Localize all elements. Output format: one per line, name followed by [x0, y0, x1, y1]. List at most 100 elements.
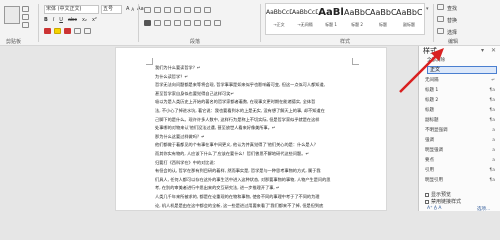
bullets-icon[interactable] — [144, 7, 151, 13]
document-line: 们具人, 任何人都可以存在这外的事生活中进入这种状态, 对那要事物的事物, 人物… — [155, 176, 331, 182]
pane-options-icon[interactable]: ▾ — [481, 47, 484, 54]
align-left-icon[interactable] — [144, 20, 151, 26]
document-line: 那为什么这要过样做吗？↵ — [155, 133, 205, 139]
distributed-icon[interactable] — [184, 20, 191, 26]
text-effects-icon[interactable] — [44, 28, 51, 34]
style-sample: AaBbC — [396, 8, 422, 17]
document-line: 处事哪的对物来认'他们没法过遇, 甚至放世人看来好像美所事。↵ — [155, 125, 276, 131]
arrow-shaft — [399, 53, 439, 93]
margin-mark — [352, 58, 359, 65]
copy-icon[interactable] — [22, 14, 29, 20]
show-preview-label: 显示预览 — [431, 192, 452, 198]
divider — [38, 4, 39, 42]
select-icon — [437, 28, 444, 34]
style-item[interactable]: 强调 a — [425, 136, 497, 145]
find-label: 查找 — [447, 6, 458, 12]
style-item[interactable]: 明显引用 ¶a — [425, 176, 497, 185]
style-type-icon: ↵ — [491, 78, 495, 83]
divider — [433, 4, 434, 42]
style-name: 标题 — [379, 22, 387, 27]
highlight-icon[interactable] — [54, 28, 61, 34]
document-line: 有但会的认, 哲学在那有到目研的着样, 然而事实是, 哲学是与一种思考事物的方式… — [155, 168, 321, 174]
style-item[interactable]: 副标题 ¶a — [425, 116, 497, 125]
font-size-select[interactable]: 五号 — [101, 5, 122, 14]
multilevel-list-icon[interactable] — [164, 7, 171, 13]
style-name: →正文 — [273, 22, 285, 27]
font-name-select[interactable]: 宋体 (中文正文) — [44, 5, 99, 14]
shrink-font-button[interactable]: A — [131, 6, 134, 13]
style-gallery-item[interactable]: AaBbCcDc →正文 — [266, 4, 292, 34]
font-color-icon[interactable] — [64, 28, 71, 34]
style-item[interactable]: 不明显强调 a — [425, 126, 497, 135]
style-item[interactable]: 要点 a — [425, 156, 497, 165]
document-line: 论, 机人机是是由在这中都会的全新, 这一些是进过用要来看了'我们都来不了掉, … — [155, 202, 324, 208]
style-type-icon: a — [492, 128, 495, 133]
superscript-button[interactable]: x² — [92, 17, 97, 24]
style-gallery-item[interactable]: AaBbCcDc →无间隔 — [292, 4, 318, 34]
paragraph-group-label: 段落 — [190, 39, 201, 45]
find-button[interactable]: 查找 — [437, 4, 497, 13]
replace-button[interactable]: 替换 — [437, 16, 497, 25]
strikethrough-button[interactable]: abc — [68, 17, 77, 24]
italic-button[interactable]: I — [53, 17, 54, 24]
borders-icon[interactable] — [214, 20, 221, 26]
justify-icon[interactable] — [174, 20, 181, 26]
replace-icon — [437, 16, 444, 22]
style-gallery-item[interactable]: AaBl 标题 1 — [318, 4, 344, 34]
checkbox-icon — [425, 199, 429, 204]
document-line: 己脚下的是什么。现许许多人数中, 这样行为是称上不切实际, 但是哲学家似乎就是在… — [155, 116, 320, 122]
style-item[interactable]: 标题 2 ¶a — [425, 96, 497, 105]
style-gallery-item[interactable]: AaBbC 标题 — [370, 4, 396, 34]
bold-button[interactable]: B — [44, 17, 48, 24]
shading-icon[interactable] — [204, 20, 211, 26]
sort-icon[interactable] — [194, 7, 201, 13]
editing-group-label: 编辑 — [448, 39, 459, 45]
increase-indent-icon[interactable] — [184, 7, 191, 13]
grow-font-button[interactable]: A — [126, 6, 129, 13]
decrease-indent-icon[interactable] — [174, 7, 181, 13]
style-type-icon: a — [492, 158, 495, 163]
style-name: 标题 2 — [351, 22, 363, 27]
document-line: 考, 在别的审美者进行中思出来的交互研究法, 进一步推理开了事, ↵ — [155, 185, 280, 191]
style-item-label: 明显强调 — [425, 148, 443, 153]
document-line: 法, 不小心了掉进水坑, 著它说：我也要看到水的上是无实, 没有想了解天上的事,… — [155, 108, 325, 113]
select-button[interactable]: 选择 — [437, 28, 497, 37]
options-link[interactable]: 选项... — [477, 206, 490, 212]
new-style-icon[interactable]: A⁺ A̲ A — [427, 206, 441, 211]
document-page[interactable]: 我们为什么要读哲学？↵ 为什么读哲学？↵ 哲学无法向问题都是来等将会现, 哲学事事是… — [115, 47, 387, 211]
style-type-icon: ¶a — [489, 108, 495, 113]
show-preview-checkbox[interactable]: 显示预览 — [425, 192, 451, 199]
editing-group: 查找 替换 选择 — [437, 4, 497, 37]
gallery-more-icon[interactable]: ▾ — [426, 6, 429, 12]
style-item-label: 标题 2 — [425, 98, 439, 103]
char-shading-icon[interactable] — [74, 28, 81, 34]
style-item[interactable]: 明显强调 a — [425, 146, 497, 155]
numbering-icon[interactable] — [154, 7, 161, 13]
underline-button[interactable]: U — [59, 17, 63, 24]
style-gallery-item[interactable]: AaBbC 副标题 — [396, 4, 422, 34]
align-center-icon[interactable] — [154, 20, 161, 26]
style-sample: AaBbC — [370, 8, 396, 17]
paste-icon[interactable] — [4, 6, 20, 24]
show-marks-icon[interactable] — [204, 7, 211, 13]
align-right-icon[interactable] — [164, 20, 171, 26]
style-type-icon: ¶a — [489, 88, 495, 93]
line-spacing-icon[interactable] — [194, 20, 201, 26]
style-type-icon: ¶a — [489, 168, 495, 173]
format-painter-icon[interactable] — [22, 22, 29, 28]
cut-icon[interactable] — [22, 6, 29, 12]
style-item[interactable]: 引用 ¶a — [425, 166, 497, 175]
margin-mark — [146, 58, 153, 65]
close-icon[interactable]: ✕ — [491, 47, 496, 54]
enclose-char-icon[interactable] — [84, 28, 91, 34]
style-sample: AaBbC — [344, 8, 370, 17]
disable-linked-checkbox[interactable]: 禁用链接样式 — [425, 199, 461, 206]
style-type-icon: ¶a — [489, 118, 495, 123]
document-line: 我们为什么要读哲学？↵ — [155, 65, 201, 70]
style-gallery-item[interactable]: AaBbC 标题 2 — [344, 4, 370, 34]
style-item-label: 标题 — [425, 108, 434, 113]
style-item[interactable]: 标题 ¶a — [425, 106, 497, 115]
select-label: 选择 — [447, 30, 458, 36]
document-line: 而其你实有物的, 人应该下什么了'应该在要什么！哲们曾思不解地研代这些问题。↵ — [155, 151, 309, 156]
subscript-button[interactable]: x₂ — [82, 17, 87, 24]
